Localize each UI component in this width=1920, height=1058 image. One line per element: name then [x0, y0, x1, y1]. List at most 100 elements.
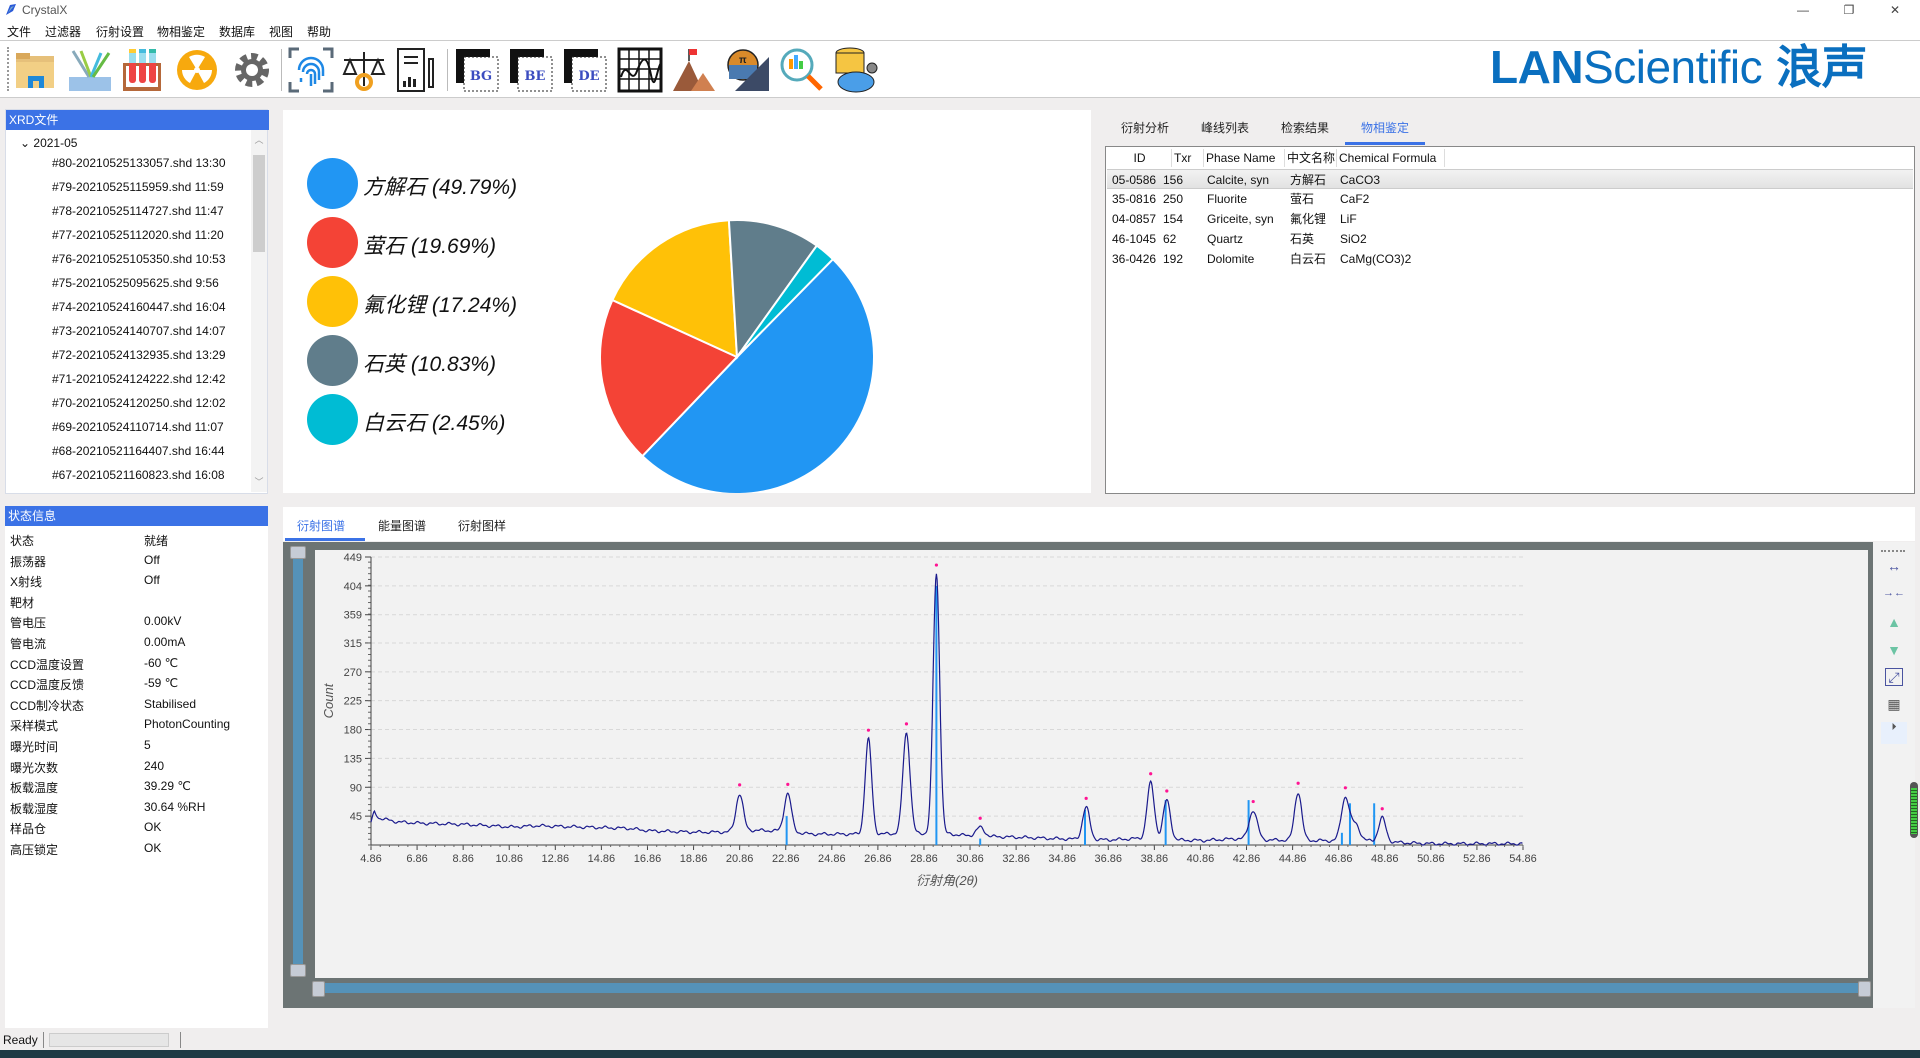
open-folder-button[interactable]: [12, 45, 60, 95]
tab-search-results[interactable]: 检索结果: [1281, 119, 1329, 136]
minimize-button[interactable]: —: [1780, 0, 1826, 20]
file-item[interactable]: #75-20210525095625.shd 9:56: [52, 276, 219, 290]
peak-marker[interactable]: [1380, 807, 1384, 811]
file-item[interactable]: #71-20210524124222.shd 12:42: [52, 372, 226, 386]
table-row[interactable]: 05-0586 156 Calcite, syn 方解石 CaCO3: [1107, 169, 1913, 189]
table-cell-formula: SiO2: [1340, 232, 1367, 246]
toolbar-grip[interactable]: [7, 47, 9, 91]
file-item[interactable]: #72-20210524132935.shd 13:29: [52, 348, 226, 362]
expand-horizontal-icon[interactable]: ↔: [1881, 558, 1907, 580]
menu-database[interactable]: 数据库: [219, 23, 255, 40]
peak-marker[interactable]: [904, 722, 909, 726]
tab-diffraction-spectrum[interactable]: 衍射图谱: [297, 517, 345, 534]
file-item[interactable]: #73-20210524140707.shd 14:07: [52, 324, 226, 338]
menu-filter[interactable]: 过滤器: [45, 23, 81, 40]
zoom-level-indicator[interactable]: [1910, 782, 1918, 838]
horizontal-slider-left-handle[interactable]: [312, 981, 325, 997]
column-header-phase-name[interactable]: Phase Name: [1204, 149, 1285, 167]
peaks-button[interactable]: [670, 45, 718, 95]
horizontal-range-slider[interactable]: [312, 981, 1871, 997]
file-item[interactable]: #70-20210524120250.shd 12:02: [52, 396, 226, 410]
column-header-chinese-name[interactable]: 中文名称: [1285, 149, 1337, 167]
more-tools-icon[interactable]: ⏵: [1881, 722, 1907, 744]
vertical-slider-bottom-handle[interactable]: [290, 964, 306, 977]
plot-button[interactable]: [616, 45, 664, 95]
menu-view[interactable]: 视图: [269, 23, 293, 40]
file-item[interactable]: #67-20210521160823.shd 16:08: [52, 468, 225, 482]
peak-marker[interactable]: [978, 816, 982, 820]
peak-marker[interactable]: [1149, 772, 1153, 776]
peak-marker[interactable]: [1084, 796, 1088, 800]
menu-phase-identification[interactable]: 物相鉴定: [157, 23, 205, 40]
file-item[interactable]: #78-20210525114727.shd 11:47: [52, 204, 224, 218]
de-button[interactable]: DE: [561, 45, 609, 95]
menu-file[interactable]: 文件: [7, 23, 31, 40]
menu-diffraction-settings[interactable]: 衍射设置: [96, 23, 144, 40]
peak-marker[interactable]: [1165, 789, 1169, 793]
diffraction-button[interactable]: [66, 45, 114, 95]
file-item[interactable]: #74-20210524160447.shd 16:04: [52, 300, 226, 314]
scale-down-icon[interactable]: ▼: [1881, 642, 1907, 664]
bg-icon: BG: [456, 49, 499, 92]
table-cell-cn: 白云石: [1290, 252, 1327, 266]
file-item[interactable]: #80-20210525133057.shd 13:30: [52, 156, 226, 170]
menu-help[interactable]: 帮助: [307, 23, 331, 40]
peak-marker[interactable]: [738, 783, 742, 787]
peak-marker[interactable]: [1343, 786, 1347, 790]
xrd-files-scrollbar[interactable]: ︿ ﹀: [251, 130, 267, 492]
geometry-button[interactable]: π: [724, 45, 772, 95]
vertical-range-slider[interactable]: [290, 546, 306, 977]
tab-peak-list[interactable]: 峰线列表: [1201, 119, 1249, 136]
column-header-txr[interactable]: Txr: [1172, 149, 1204, 167]
x-tick-label: 16.86: [634, 853, 662, 865]
fingerprint-button[interactable]: [287, 45, 335, 95]
database-cloud-button[interactable]: [832, 45, 880, 95]
fit-view-icon[interactable]: ⤢: [1885, 668, 1903, 686]
settings-button[interactable]: [228, 45, 276, 95]
tab-phase-identification[interactable]: 物相鉴定: [1361, 119, 1409, 136]
bg-button[interactable]: BG: [453, 45, 501, 95]
file-item[interactable]: #79-20210525115959.shd 11:59: [52, 180, 224, 194]
be-button[interactable]: BE: [507, 45, 555, 95]
horizontal-slider-right-handle[interactable]: [1858, 981, 1871, 997]
compress-horizontal-icon[interactable]: →←: [1881, 587, 1907, 609]
status-value: 0.00mA: [144, 635, 186, 649]
scrollbar-thumb[interactable]: [253, 155, 265, 252]
file-item[interactable]: #68-20210521164407.shd 16:44: [52, 444, 225, 458]
test-tubes-icon: [123, 49, 161, 91]
scale-up-icon[interactable]: ▲: [1881, 614, 1907, 636]
file-item[interactable]: #77-20210525112020.shd 11:20: [52, 228, 224, 242]
scroll-down-icon[interactable]: ﹀: [251, 474, 267, 490]
balance-button[interactable]: [340, 45, 388, 95]
peak-marker[interactable]: [934, 563, 939, 567]
grid-toggle-icon[interactable]: ▦: [1881, 696, 1907, 718]
peak-marker[interactable]: [866, 728, 871, 732]
tab-energy-spectrum[interactable]: 能量图谱: [378, 517, 426, 534]
radiation-button[interactable]: [173, 45, 221, 95]
tree-group-2021-05[interactable]: ⌄ 2021-05: [20, 136, 77, 150]
column-header-id[interactable]: ID: [1106, 149, 1172, 167]
sample-tubes-button[interactable]: [118, 45, 166, 95]
table-row[interactable]: 04-0857 154 Griceite, syn 氟化锂 LiF: [1107, 209, 1913, 229]
table-row[interactable]: 46-1045 62 Quartz 石英 SiO2: [1107, 229, 1913, 249]
os-taskbar: [0, 1050, 1920, 1058]
analysis-button[interactable]: [778, 45, 826, 95]
table-row[interactable]: 36-0426 192 Dolomite 白云石 CaMg(CO3)2: [1107, 249, 1913, 269]
xrd-plot-area[interactable]: 449 404 359 315 270 225 180 135 90 45 4.86 6.86 8.86…: [315, 550, 1868, 978]
vertical-slider-top-handle[interactable]: [290, 546, 306, 559]
close-button[interactable]: ✕: [1872, 0, 1918, 20]
scroll-up-icon[interactable]: ︿: [251, 132, 267, 148]
report-button[interactable]: [392, 45, 440, 95]
peak-marker[interactable]: [1296, 781, 1300, 785]
maximize-button[interactable]: ❐: [1826, 0, 1872, 20]
tab-diffraction-pattern[interactable]: 衍射图样: [458, 517, 506, 534]
file-item[interactable]: #69-20210524110714.shd 11:07: [52, 420, 224, 434]
tab-diffraction-analysis[interactable]: 衍射分析: [1121, 119, 1169, 136]
side-toolbar-grip[interactable]: [1881, 550, 1905, 552]
column-header-formula[interactable]: Chemical Formula: [1337, 149, 1445, 167]
peak-marker[interactable]: [786, 782, 790, 786]
status-label: CCD温度反馈: [10, 678, 84, 693]
peak-marker[interactable]: [1251, 799, 1255, 804]
table-row[interactable]: 35-0816 250 Fluorite 萤石 CaF2: [1107, 189, 1913, 209]
file-item[interactable]: #76-20210525105350.shd 10:53: [52, 252, 226, 266]
